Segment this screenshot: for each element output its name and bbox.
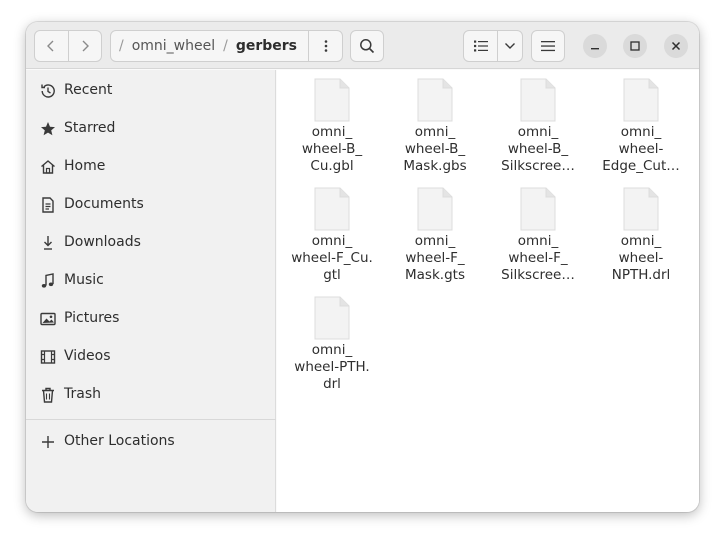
list-view-icon — [473, 40, 488, 52]
file-icon — [520, 187, 556, 231]
document-icon — [42, 197, 54, 213]
file-item[interactable]: omni_ wheel-B_ Mask.gbs — [387, 70, 483, 176]
file-name: omni_ wheel-B_ Silkscree… — [501, 124, 575, 174]
file-item[interactable]: omni_ wheel-B_ Silkscree… — [490, 70, 586, 176]
file-icon — [417, 78, 453, 122]
path-separator: / — [119, 38, 124, 54]
navigation-buttons — [34, 30, 102, 62]
close-button[interactable] — [664, 34, 688, 58]
chevron-left-icon — [47, 40, 54, 52]
sidebar: Recent Starred Home Documents Downloads … — [26, 70, 276, 512]
file-name: omni_ wheel-B_ Cu.gbl — [301, 124, 363, 174]
sidebar-item-label: Recent — [64, 82, 113, 98]
file-manager-window: / omni_wheel / gerbers Recent Starred Ho… — [26, 22, 699, 512]
file-name: omni_ wheel-B_ Mask.gbs — [403, 124, 467, 174]
sidebar-item-music[interactable]: Music — [26, 264, 276, 298]
path-segment-current[interactable]: gerbers — [236, 38, 297, 54]
sidebar-item-other-locations[interactable]: Other Locations — [26, 425, 276, 459]
sidebar-item-label: Downloads — [64, 234, 141, 250]
sidebar-item-label: Videos — [64, 348, 111, 364]
music-icon — [41, 273, 54, 288]
sidebar-item-label: Documents — [64, 196, 144, 212]
sidebar-item-label: Music — [64, 272, 104, 288]
minimize-button[interactable] — [583, 34, 607, 58]
path-separator: / — [223, 38, 228, 54]
trash-icon — [42, 387, 54, 403]
path-bar: / omni_wheel / gerbers — [110, 30, 343, 62]
more-vertical-icon — [324, 40, 327, 52]
file-icon — [520, 78, 556, 122]
forward-button[interactable] — [67, 31, 101, 61]
file-icon — [623, 187, 659, 231]
maximize-button[interactable] — [623, 34, 647, 58]
path-segment-parent[interactable]: omni_wheel — [132, 38, 215, 54]
plus-icon — [42, 436, 54, 448]
close-icon — [671, 41, 681, 51]
file-name: omni_ wheel- Edge_Cut… — [602, 124, 680, 174]
file-icon — [417, 187, 453, 231]
file-item[interactable]: omni_ wheel- Edge_Cut… — [593, 70, 689, 176]
sidebar-item-documents[interactable]: Documents — [26, 188, 276, 222]
sidebar-item-label: Starred — [64, 120, 116, 136]
back-button[interactable] — [35, 31, 68, 61]
sidebar-item-downloads[interactable]: Downloads — [26, 226, 276, 260]
folder-menu-button[interactable] — [308, 31, 342, 61]
search-icon — [360, 39, 375, 54]
sidebar-item-label: Other Locations — [64, 433, 175, 449]
file-name: omni_ wheel-F_ Silkscree… — [501, 233, 575, 283]
file-icon — [314, 78, 350, 122]
header-bar: / omni_wheel / gerbers — [26, 22, 699, 69]
search-button[interactable] — [350, 30, 384, 62]
file-item[interactable]: omni_ wheel-PTH. drl — [284, 288, 380, 394]
file-name: omni_ wheel-F_Cu. gtl — [291, 233, 373, 283]
download-icon — [44, 236, 52, 250]
file-name: omni_ wheel-F_ Mask.gts — [405, 233, 465, 283]
file-name: omni_ wheel-PTH. drl — [294, 342, 370, 392]
home-icon — [41, 160, 55, 174]
view-toggle-group — [463, 30, 523, 62]
file-item[interactable]: omni_ wheel-F_ Silkscree… — [490, 179, 586, 285]
sidebar-item-pictures[interactable]: Pictures — [26, 302, 276, 336]
file-icon — [314, 187, 350, 231]
main-menu-button[interactable] — [531, 30, 565, 62]
star-icon — [41, 122, 55, 136]
video-icon — [40, 350, 56, 364]
chevron-down-icon — [505, 43, 516, 49]
file-item[interactable]: omni_ wheel-B_ Cu.gbl — [284, 70, 380, 176]
file-name: omni_ wheel- NPTH.drl — [611, 233, 671, 283]
picture-icon — [40, 312, 56, 326]
file-icon — [314, 296, 350, 340]
minimize-icon — [591, 48, 599, 50]
sidebar-divider — [26, 419, 276, 420]
sidebar-item-recent[interactable]: Recent — [26, 74, 276, 108]
file-item[interactable]: omni_ wheel-F_ Mask.gts — [387, 179, 483, 285]
hamburger-menu-icon — [541, 41, 555, 52]
list-view-button[interactable] — [464, 31, 497, 61]
chevron-right-icon — [82, 40, 89, 52]
sidebar-item-label: Pictures — [64, 310, 120, 326]
file-grid: omni_ wheel-B_ Cu.gbl omni_ wheel-B_ Mas… — [277, 70, 699, 512]
sidebar-item-trash[interactable]: Trash — [26, 378, 276, 412]
sidebar-item-home[interactable]: Home — [26, 150, 276, 184]
file-item[interactable]: omni_ wheel-F_Cu. gtl — [284, 179, 380, 285]
sidebar-item-starred[interactable]: Starred — [26, 112, 276, 146]
view-options-dropdown[interactable] — [497, 31, 522, 61]
sidebar-item-label: Trash — [64, 386, 101, 402]
clock-icon — [41, 84, 55, 98]
file-icon — [623, 78, 659, 122]
sidebar-item-videos[interactable]: Videos — [26, 340, 276, 374]
maximize-icon — [630, 41, 640, 51]
sidebar-item-label: Home — [64, 158, 106, 174]
file-item[interactable]: omni_ wheel- NPTH.drl — [593, 179, 689, 285]
